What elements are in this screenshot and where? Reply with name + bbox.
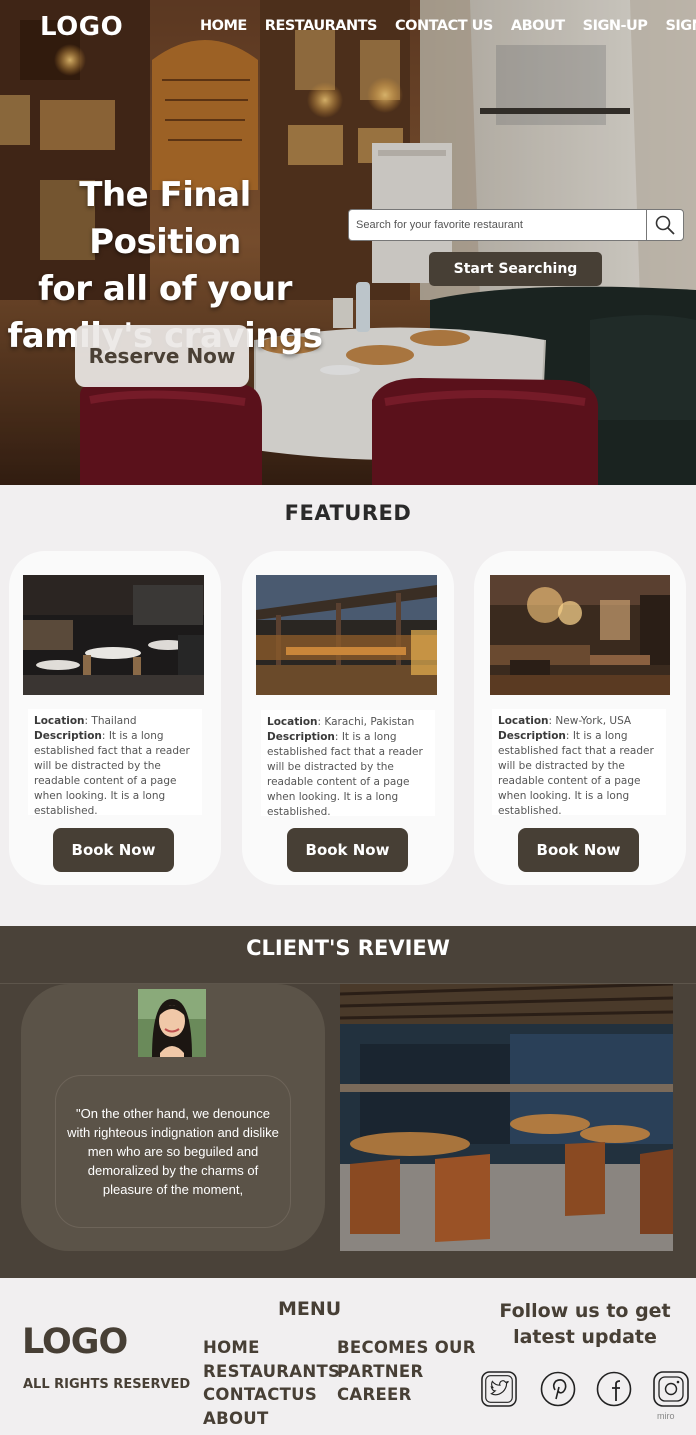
card-location: Karachi, Pakistan <box>324 716 415 728</box>
restaurant-photo <box>23 575 204 695</box>
description-label: Description <box>34 730 102 742</box>
featured-card-thailand: Location: Thailand Description: It is a … <box>9 551 221 885</box>
card-location: New-York, USA <box>555 715 632 727</box>
footer-follow-text: Follow us to get latest update <box>499 1300 671 1348</box>
miro-watermark: miro <box>657 1411 675 1421</box>
facebook-icon[interactable] <box>596 1371 632 1407</box>
footer-become-link[interactable]: BECOMES OUR <box>337 1338 476 1358</box>
start-searching-button[interactable]: Start Searching <box>429 252 602 286</box>
card-description: It is a long established fact that a rea… <box>267 731 423 818</box>
featured-title: FEATURED <box>284 501 412 525</box>
location-label: Location <box>498 715 549 727</box>
nav-signin-link[interactable]: SIGN-IN <box>665 18 696 34</box>
book-now-button[interactable]: Book Now <box>53 828 174 872</box>
reserve-now-button[interactable]: Reserve Now <box>75 325 249 387</box>
instagram-icon[interactable] <box>653 1371 689 1407</box>
featured-card-newyork: Location: New-York, USA Description: It … <box>474 551 686 885</box>
footer-menu-col-1: HOME RESTAURANTS CONTACTUS ABOUT <box>203 1338 340 1428</box>
footer-restaurants-link[interactable]: RESTAURANTS <box>203 1362 340 1382</box>
location-label: Location <box>34 715 85 727</box>
card-info: Location: New-York, USA Description: It … <box>492 709 666 817</box>
search-icon[interactable] <box>647 210 683 240</box>
footer-menu-col-2: BECOMES OUR PARTNER CAREER <box>337 1338 476 1405</box>
restaurant-photo <box>256 575 437 695</box>
main-nav: HOME RESTAURANTS CONTACT US ABOUT SIGN-U… <box>200 18 696 34</box>
hero-title-line-2: for all of your <box>38 269 292 309</box>
card-info: Location: Thailand Description: It is a … <box>28 709 202 817</box>
client-review-section: CLIENT'S REVIEW "On the other hand, we d… <box>0 926 696 1278</box>
review-quote: "On the other hand, we denounce with rig… <box>67 1106 279 1197</box>
footer-partner-link[interactable]: PARTNER <box>337 1362 476 1382</box>
footer: LOGO ALL RIGHTS RESERVED MENU HOME RESTA… <box>0 1278 696 1435</box>
book-now-button[interactable]: Book Now <box>518 828 639 872</box>
nav-about-link[interactable]: ABOUT <box>511 18 565 34</box>
review-card: "On the other hand, we denounce with rig… <box>21 984 325 1251</box>
nav-restaurants-link[interactable]: RESTAURANTS <box>265 18 378 34</box>
search-bar <box>348 209 684 241</box>
location-label: Location <box>267 716 318 728</box>
book-now-button[interactable]: Book Now <box>287 828 408 872</box>
footer-home-link[interactable]: HOME <box>203 1338 340 1358</box>
card-info: Location: Karachi, Pakistan Description:… <box>261 710 435 818</box>
footer-about-link[interactable]: ABOUT <box>203 1409 340 1429</box>
footer-menu-title: MENU <box>278 1298 342 1320</box>
description-label: Description <box>267 731 335 743</box>
footer-rights: ALL RIGHTS RESERVED <box>23 1377 191 1392</box>
card-description: It is a long established fact that a rea… <box>34 730 190 817</box>
card-location: Thailand <box>91 715 137 727</box>
twitter-icon[interactable] <box>481 1371 517 1407</box>
review-title: CLIENT'S REVIEW <box>246 936 450 960</box>
footer-logo[interactable]: LOGO <box>22 1322 128 1362</box>
card-description: It is a long established fact that a rea… <box>498 730 654 817</box>
search-input[interactable] <box>349 210 646 240</box>
pinterest-icon[interactable] <box>540 1371 576 1407</box>
footer-career-link[interactable]: CAREER <box>337 1385 476 1405</box>
nav-logo[interactable]: LOGO <box>40 12 123 42</box>
nav-contact-link[interactable]: CONTACT US <box>395 18 493 34</box>
restaurant-photo <box>490 575 670 695</box>
nav-home-link[interactable]: HOME <box>200 18 247 34</box>
avatar <box>138 989 206 1057</box>
featured-card-karachi: Location: Karachi, Pakistan Description:… <box>242 551 454 885</box>
hero-section: LOGO HOME RESTAURANTS CONTACT US ABOUT S… <box>0 0 696 485</box>
nav-signup-link[interactable]: SIGN-UP <box>583 18 648 34</box>
description-label: Description <box>498 730 566 742</box>
review-restaurant-photo <box>340 984 673 1251</box>
hero-title-line-1: The Final Position <box>79 175 251 262</box>
review-quote-box: "On the other hand, we denounce with rig… <box>55 1075 291 1228</box>
footer-contact-link[interactable]: CONTACTUS <box>203 1385 340 1405</box>
